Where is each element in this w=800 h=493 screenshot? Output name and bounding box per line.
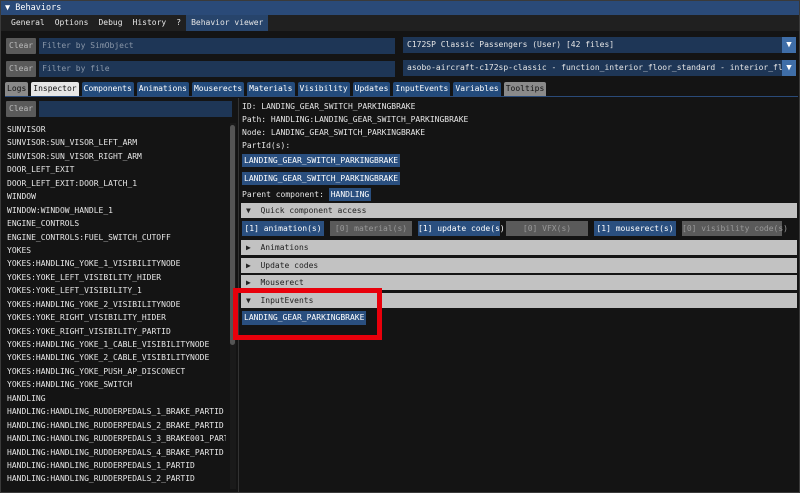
- tab-animations[interactable]: Animations: [136, 82, 189, 96]
- list-item[interactable]: DOOR_LEFT_EXIT:DOOR_LATCH_1: [4, 177, 226, 190]
- tab-updates[interactable]: Updates: [352, 82, 391, 96]
- list-item[interactable]: ENGINE_CONTROLS: [4, 217, 226, 230]
- menu-debug[interactable]: Debug: [93, 15, 127, 31]
- visibility-codes-button[interactable]: [0] visibility code(s): [682, 221, 788, 236]
- list-item[interactable]: YOKES:YOKE_LEFT_VISIBILITY_HIDER: [4, 271, 226, 284]
- simobject-select-value: C172SP Classic Passengers (User) [42 fil…: [407, 40, 615, 49]
- list-item[interactable]: ENGINE_CONTROLS:FUEL_SWITCH_CUTOFF: [4, 231, 226, 244]
- list-item[interactable]: YOKES:YOKE_RIGHT_VISIBILITY_PARTID: [4, 325, 226, 338]
- vfx-button[interactable]: [0] VFX(s): [506, 221, 588, 236]
- clear-file-button[interactable]: Clear: [6, 61, 37, 77]
- partid-chip[interactable]: LANDING_GEAR_SWITCH_PARKINGBRAKE: [242, 154, 401, 167]
- simobject-filter-input[interactable]: Filter by SimObject: [39, 38, 396, 54]
- list-item[interactable]: HANDLING:HANDLING_RUDDERPEDALS_1_BRAKE_P…: [4, 405, 226, 418]
- highlight-box: [233, 288, 382, 340]
- list-item[interactable]: SUNVISOR:SUN_VISOR_RIGHT_ARM: [4, 150, 226, 163]
- list-item[interactable]: YOKES:HANDLING_YOKE_1_VISIBILITYNODE: [4, 257, 226, 270]
- list-item[interactable]: SUNVISOR:SUN_VISOR_LEFT_ARM: [4, 136, 226, 149]
- menu-behavior-viewer[interactable]: Behavior viewer: [186, 15, 269, 31]
- file-select[interactable]: asobo-aircraft-c172sp-classic - function…: [403, 60, 796, 76]
- node-id: ID: LANDING_GEAR_SWITCH_PARKINGBRAKE: [242, 102, 416, 111]
- clear-simobject-button[interactable]: Clear: [6, 38, 37, 54]
- node-list: SUNVISOR SUNVISOR:SUN_VISOR_LEFT_ARM SUNVI…: [4, 123, 226, 489]
- list-item[interactable]: YOKES:HANDLING_YOKE_PUSH_AP_DISCONECT: [4, 365, 226, 378]
- list-item[interactable]: SUNVISOR: [4, 123, 226, 136]
- parent-component-chip[interactable]: HANDLING: [328, 188, 372, 201]
- list-item[interactable]: YOKES: [4, 244, 226, 257]
- list-item[interactable]: HANDLING:HANDLING_RUDDERPEDALS_2_BRAKE_P…: [4, 419, 226, 432]
- list-item[interactable]: YOKES:HANDLING_YOKE_SWITCH: [4, 378, 226, 391]
- tab-materials[interactable]: Materials: [247, 82, 295, 96]
- quick-access-buttons: [1] animation(s) [0] material(s) [1] upd…: [242, 221, 788, 236]
- animations-button[interactable]: [1] animation(s): [242, 221, 324, 236]
- list-item[interactable]: YOKES:HANDLING_YOKE_2_VISIBILITYNODE: [4, 298, 226, 311]
- tab-logs[interactable]: Logs: [5, 82, 29, 96]
- menu-general[interactable]: General: [6, 15, 50, 31]
- update-codes-button[interactable]: [1] update code(s): [418, 221, 505, 236]
- menu-help[interactable]: ?: [171, 15, 186, 31]
- animations-header[interactable]: ▶ Animations: [241, 240, 797, 255]
- tab-components[interactable]: Components: [81, 82, 134, 96]
- node-list-panel: Clear SUNVISOR SUNVISOR:SUN_VISOR_LEFT_AR…: [4, 101, 236, 491]
- window-title: Behaviors: [15, 3, 62, 13]
- partid-chip[interactable]: LANDING_GEAR_SWITCH_PARKINGBRAKE: [242, 172, 401, 185]
- file-select-value: asobo-aircraft-c172sp-classic - function…: [407, 63, 796, 72]
- menu-bar: General Options Debug History ? Behavior…: [1, 15, 799, 31]
- update-codes-header[interactable]: ▶ Update codes: [241, 258, 797, 273]
- list-item[interactable]: WINDOW: [4, 190, 226, 203]
- title-bar[interactable]: ▼ Behaviors: [1, 1, 799, 15]
- list-item[interactable]: HANDLING:HANDLING_RUDDERPEDALS_1_PARTID: [4, 459, 226, 472]
- tab-tooltips[interactable]: Tooltips: [503, 82, 547, 96]
- list-item[interactable]: YOKES:YOKE_RIGHT_VISIBILITY_HIDER: [4, 311, 226, 324]
- chevron-down-icon[interactable]: ▼: [782, 37, 796, 53]
- tab-inspector[interactable]: Inspector: [31, 82, 79, 96]
- collapse-icon[interactable]: ▼: [5, 3, 15, 13]
- list-item[interactable]: HANDLING: [4, 392, 226, 405]
- header-label: Update codes: [260, 261, 319, 270]
- materials-button[interactable]: [0] material(s): [330, 221, 412, 236]
- list-item[interactable]: HANDLING:HANDLING_RUDDERPEDALS_1: [4, 486, 226, 489]
- behaviors-window: ▼ Behaviors General Options Debug Histor…: [0, 0, 800, 493]
- node-name: Node: LANDING_GEAR_SWITCH_PARKINGBRAKE: [242, 128, 426, 137]
- header-label: Mouserect: [260, 278, 304, 287]
- tab-bar: Logs Inspector Components Animations Mou…: [5, 82, 798, 97]
- tab-inputevents[interactable]: InputEvents: [393, 82, 451, 96]
- tab-mouserects[interactable]: Mouserects: [191, 82, 245, 96]
- file-filter-input[interactable]: Filter by file: [39, 61, 396, 77]
- list-item[interactable]: DOOR_LEFT_EXIT: [4, 163, 226, 176]
- header-label: Animations: [260, 243, 309, 252]
- clear-node-filter-button[interactable]: Clear: [6, 101, 37, 117]
- parent-label: Parent component:: [242, 190, 324, 199]
- node-filter-input[interactable]: [39, 101, 233, 117]
- list-item[interactable]: YOKES:HANDLING_YOKE_1_CABLE_VISIBILITYNO…: [4, 338, 226, 351]
- tab-variables[interactable]: Variables: [453, 82, 501, 96]
- header-label: Quick component access: [260, 206, 367, 215]
- list-item[interactable]: WINDOW:WINDOW_HANDLE_1: [4, 204, 226, 217]
- list-item[interactable]: YOKES:YOKE_LEFT_VISIBILITY_1: [4, 284, 226, 297]
- tab-visibility[interactable]: Visibility: [297, 82, 350, 96]
- mouserects-button[interactable]: [1] mouserect(s): [594, 221, 676, 236]
- list-item[interactable]: HANDLING:HANDLING_RUDDERPEDALS_4_BRAKE_P…: [4, 446, 226, 459]
- menu-options[interactable]: Options: [50, 15, 94, 31]
- list-item[interactable]: HANDLING:HANDLING_RUDDERPEDALS_3_BRAKE00…: [4, 432, 226, 445]
- chevron-down-icon[interactable]: ▼: [782, 60, 796, 76]
- quick-access-header[interactable]: ▼ Quick component access: [241, 203, 797, 218]
- list-item[interactable]: YOKES:HANDLING_YOKE_2_CABLE_VISIBILITYNO…: [4, 351, 226, 364]
- menu-history[interactable]: History: [128, 15, 172, 31]
- partids-label: PartId(s):: [242, 141, 291, 150]
- list-item[interactable]: HANDLING:HANDLING_RUDDERPEDALS_2_PARTID: [4, 472, 226, 485]
- node-path: Path: HANDLING:LANDING_GEAR_SWITCH_PARKI…: [242, 115, 469, 124]
- simobject-select[interactable]: C172SP Classic Passengers (User) [42 fil…: [403, 37, 796, 53]
